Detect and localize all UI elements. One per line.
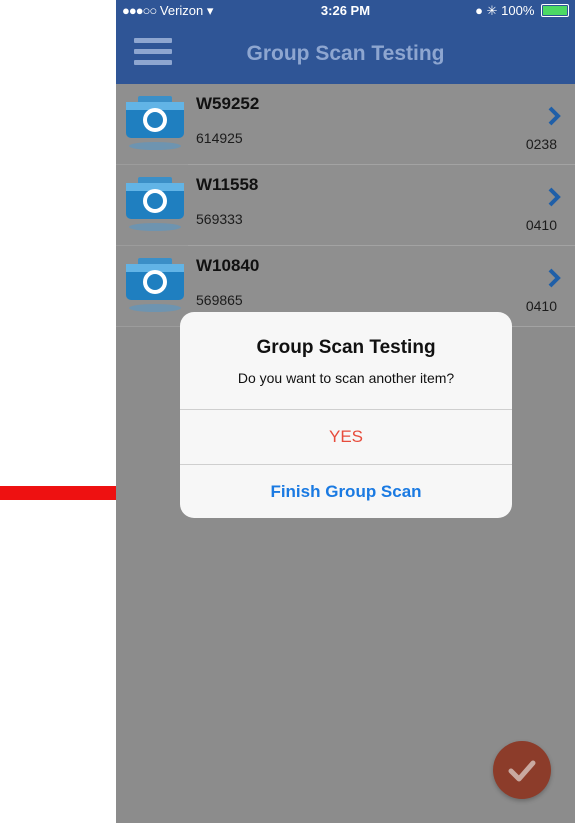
- alert-title: Group Scan Testing: [256, 337, 436, 358]
- item-title: W10840: [196, 256, 260, 275]
- camera-icon: [126, 258, 184, 312]
- chevron-right-icon: [548, 187, 561, 207]
- camera-icon: [126, 96, 184, 150]
- chevron-right-icon: [548, 106, 561, 126]
- item-subtitle: 569865: [196, 292, 243, 308]
- status-right: ● ✳ 100%: [475, 3, 569, 19]
- yes-button[interactable]: YES: [180, 409, 512, 464]
- list-item[interactable]: W11558 569333 0410: [116, 165, 575, 246]
- item-code: 0238: [525, 136, 557, 152]
- battery-icon: [541, 4, 569, 17]
- bluetooth-icon: ✳: [486, 3, 498, 18]
- item-title: W11558: [196, 175, 259, 194]
- nav-title: Group Scan Testing: [246, 42, 445, 65]
- camera-icon: [126, 177, 184, 231]
- item-subtitle: 614925: [196, 130, 243, 146]
- battery-percent: 100%: [501, 3, 535, 18]
- nav-bar: Group Scan Testing: [116, 22, 575, 84]
- item-subtitle: 569333: [196, 211, 243, 227]
- status-bar: ●●●○○ Verizon ▾ 3:26 PM ● ✳ 100%: [116, 0, 575, 22]
- alert-message: Do you want to scan another item?: [237, 370, 455, 386]
- phone-screen: ●●●○○ Verizon ▾ 3:26 PM ● ✳ 100% Group S…: [116, 0, 575, 823]
- checkmark-icon: [508, 760, 536, 782]
- scan-list: W59252 614925 0238 W11558 569333 0410 W1…: [116, 84, 575, 327]
- alarm-icon: ●: [475, 3, 483, 18]
- list-item[interactable]: W59252 614925 0238: [116, 84, 575, 165]
- alert-dialog: Group Scan Testing Do you want to scan a…: [180, 312, 512, 518]
- confirm-fab-button[interactable]: [493, 741, 551, 799]
- item-title: W59252: [196, 94, 260, 113]
- chevron-right-icon: [548, 268, 561, 288]
- item-code: 0410: [525, 298, 557, 314]
- item-code: 0410: [525, 217, 557, 233]
- finish-group-scan-button[interactable]: Finish Group Scan: [180, 464, 512, 518]
